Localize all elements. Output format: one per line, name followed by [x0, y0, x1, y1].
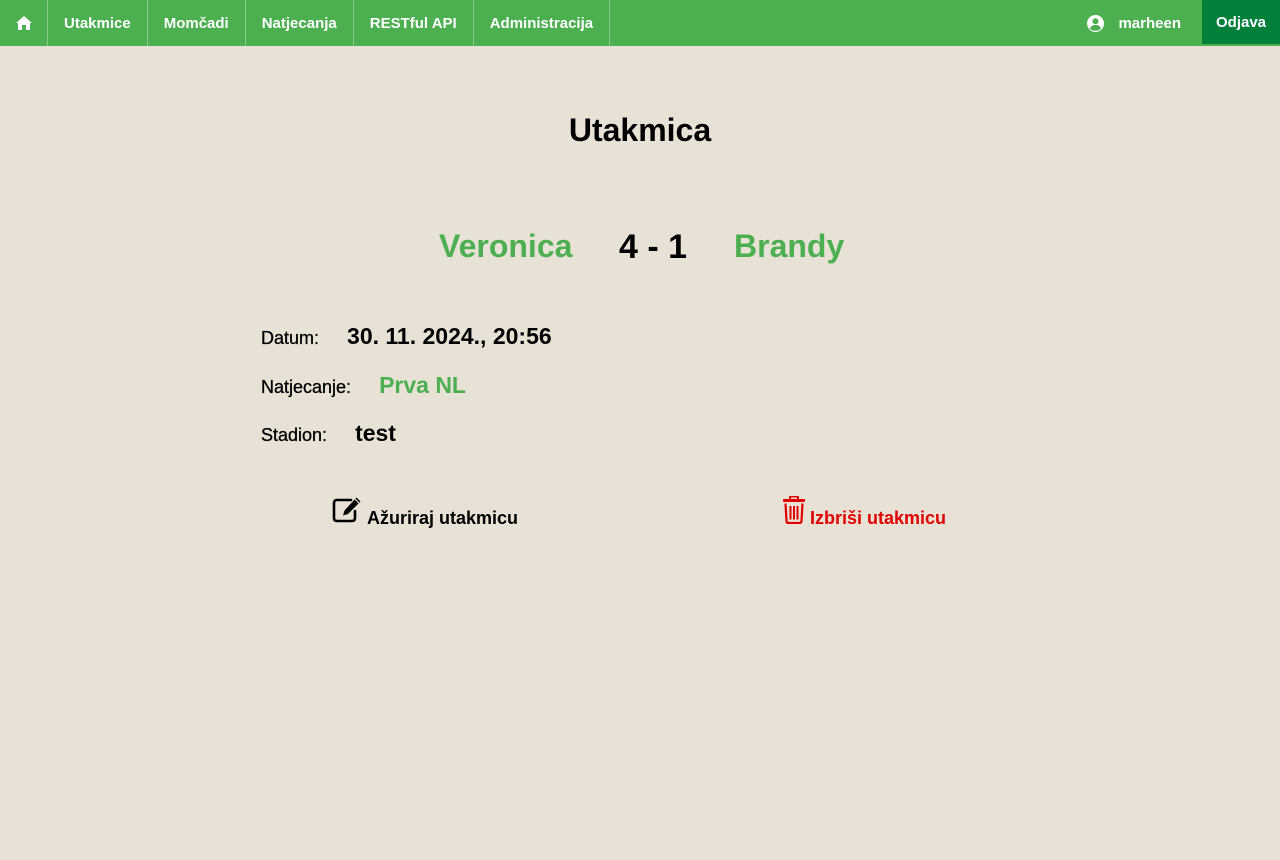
- edit-icon: [331, 496, 363, 524]
- user-name: marheen: [1118, 14, 1181, 32]
- detail-row-competition: Natjecanje: Prva NL: [261, 372, 466, 399]
- delete-match-button[interactable]: Izbriši utakmicu: [782, 496, 946, 528]
- nav-item-momcadi[interactable]: Momčadi: [148, 0, 246, 46]
- logout-button[interactable]: Odjava: [1202, 0, 1280, 44]
- user-profile-link[interactable]: marheen: [1087, 0, 1202, 46]
- nav-item-administracija[interactable]: Administracija: [474, 0, 611, 46]
- nav-item-natjecanja[interactable]: Natjecanja: [246, 0, 354, 46]
- match-score: 4 - 1: [619, 228, 688, 266]
- competition-link[interactable]: Prva NL: [379, 372, 466, 399]
- nav-item-restful-api[interactable]: RESTful API: [354, 0, 474, 46]
- detail-row-stadium: Stadion: test: [261, 420, 396, 447]
- top-navigation: Utakmice Momčadi Natjecanja RESTful API …: [0, 0, 1280, 46]
- date-value: 30. 11. 2024., 20:56: [347, 323, 552, 349]
- update-match-label: Ažuriraj utakmicu: [367, 507, 519, 528]
- home-icon: [15, 16, 32, 30]
- date-label: Datum:: [261, 328, 320, 348]
- user-circle-icon: [1087, 14, 1105, 32]
- away-team-link[interactable]: Brandy: [734, 228, 844, 265]
- home-team-link[interactable]: Veronica: [439, 228, 572, 265]
- delete-match-label: Izbriši utakmicu: [810, 507, 947, 528]
- trash-icon: [782, 496, 806, 524]
- page-title: Utakmica: [568, 112, 712, 148]
- stadium-value: test: [355, 420, 396, 446]
- competition-label: Natjecanje:: [261, 377, 352, 397]
- nav-home-link[interactable]: [0, 0, 48, 46]
- detail-row-date: Datum: 30. 11. 2024., 20:56: [261, 323, 552, 350]
- match-score-row: Veronica 4 - 1 Brandy: [0, 228, 1280, 272]
- update-match-button[interactable]: Ažuriraj utakmicu: [331, 496, 518, 528]
- stadium-label: Stadion:: [261, 425, 328, 445]
- nav-item-utakmice[interactable]: Utakmice: [48, 0, 148, 46]
